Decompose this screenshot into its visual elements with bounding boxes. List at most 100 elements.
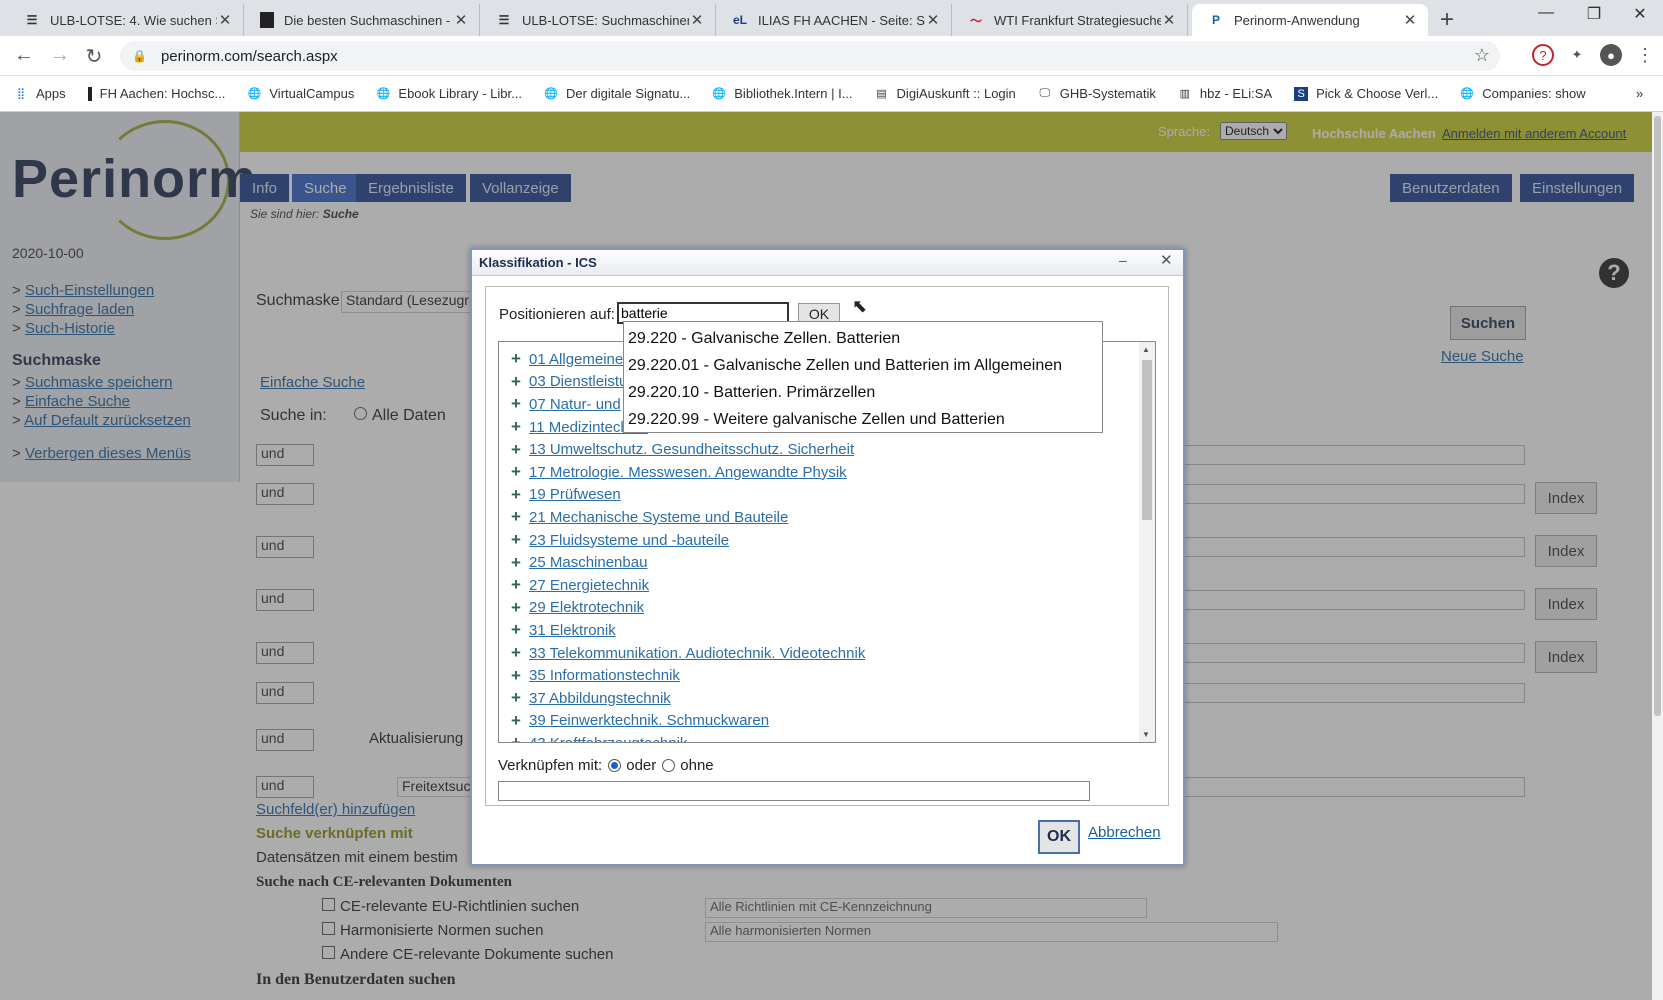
browser-tab[interactable]: ☰ ULB-LOTSE: 4. Wie suchen Sie ✕: [8, 4, 244, 36]
maximize-icon[interactable]: ❐: [1574, 4, 1614, 24]
expand-plus-icon[interactable]: +: [511, 575, 527, 595]
tree-item[interactable]: +35 Informationstechnik: [511, 664, 865, 687]
tree-item[interactable]: +37 Abbildungstechnik: [511, 687, 865, 710]
expand-plus-icon[interactable]: +: [511, 394, 527, 414]
expand-plus-icon[interactable]: +: [511, 711, 527, 731]
tree-item[interactable]: +25 Maschinenbau: [511, 551, 865, 574]
expand-plus-icon[interactable]: +: [511, 553, 527, 573]
expand-plus-icon[interactable]: +: [511, 417, 527, 437]
reload-icon[interactable]: ↻: [82, 44, 106, 69]
expand-plus-icon[interactable]: +: [511, 530, 527, 550]
tree-item[interactable]: +31 Elektronik: [511, 619, 865, 642]
minimize-icon[interactable]: –: [1119, 252, 1127, 268]
expand-plus-icon[interactable]: +: [511, 620, 527, 640]
tree-item[interactable]: +33 Telekommunikation. Audiotechnik. Vid…: [511, 642, 865, 665]
url-text: perinorm.com/search.aspx: [160, 47, 338, 65]
close-window-icon[interactable]: ✕: [1620, 4, 1660, 24]
ok-button[interactable]: OK: [1038, 820, 1080, 854]
forward-icon[interactable]: →: [48, 44, 72, 67]
expand-plus-icon[interactable]: +: [511, 733, 527, 742]
tree-scroll-thumb[interactable]: [1142, 360, 1152, 520]
new-tab-icon[interactable]: +: [1440, 6, 1454, 34]
back-icon[interactable]: ←: [12, 44, 36, 67]
expand-plus-icon[interactable]: +: [511, 598, 527, 618]
browser-tab[interactable]: eL ILIAS FH AACHEN - Seite: Su ✕: [716, 4, 952, 36]
extension-icon[interactable]: ?: [1532, 44, 1554, 66]
minimize-icon[interactable]: —: [1526, 4, 1566, 22]
tab-title: ILIAS FH AACHEN - Seite: Su: [758, 12, 925, 28]
scroll-up-icon[interactable]: ▲: [1142, 345, 1150, 354]
bookmark-star-icon[interactable]: ☆: [1474, 45, 1490, 66]
tree-item[interactable]: +43 Kraftfahrzeugtechnik: [511, 732, 865, 742]
expand-plus-icon[interactable]: +: [511, 462, 527, 482]
globe-icon: 🌐: [376, 88, 391, 100]
radio-ohne[interactable]: [662, 759, 676, 772]
close-tab-icon[interactable]: ✕: [689, 11, 705, 29]
link-with-input[interactable]: [498, 781, 1090, 801]
expand-plus-icon[interactable]: +: [511, 349, 527, 369]
suggestion-item[interactable]: 29.220.99 - Weitere galvanische Zellen u…: [624, 406, 1102, 433]
browser-tab[interactable]: 〜 WTI Frankfurt Strategiesuche ✕: [952, 4, 1188, 36]
puzzle-icon[interactable]: ✦: [1566, 44, 1588, 66]
close-tab-icon[interactable]: ✕: [925, 11, 941, 29]
expand-plus-icon[interactable]: +: [511, 643, 527, 663]
cancel-link[interactable]: Abbrechen: [1088, 824, 1161, 841]
bookmark[interactable]: 🌐 Ebook Library - Libr...: [376, 86, 522, 101]
bookmark[interactable]: 🌐 Bibliothek.Intern | I...: [712, 86, 852, 101]
browser-tab-active[interactable]: P Perinorm-Anwendung ✕: [1192, 4, 1428, 36]
more-bookmarks-icon[interactable]: »: [1636, 86, 1643, 101]
monitor-icon: 🖵: [1039, 87, 1051, 99]
close-tab-icon[interactable]: ✕: [453, 11, 469, 29]
tree-item[interactable]: +19 Prüfwesen: [511, 484, 865, 507]
ilias-icon: eL: [732, 13, 747, 27]
close-tab-icon[interactable]: ✕: [1161, 11, 1177, 29]
expand-plus-icon[interactable]: +: [511, 666, 527, 686]
page-scrollbar[interactable]: [1652, 112, 1663, 1000]
expand-plus-icon[interactable]: +: [511, 507, 527, 527]
close-icon[interactable]: ✕: [1160, 251, 1173, 269]
browser-tab[interactable]: Die besten Suchmaschinen - ✕: [244, 4, 480, 36]
bookmarks-bar: ⣿ Apps FH Aachen: Hochsc... 🌐 VirtualCampu…: [0, 76, 1663, 112]
tree-scrollbar[interactable]: ▲ ▼: [1139, 342, 1155, 742]
bookmark[interactable]: 🌐 Der digitale Signatu...: [544, 86, 690, 101]
autocomplete-dropdown: 29.220 - Galvanische Zellen. Batterien 2…: [623, 321, 1103, 433]
bookmark-apps[interactable]: ⣿ Apps: [14, 86, 66, 101]
position-label: Positionieren auf:: [499, 306, 615, 323]
bookmark[interactable]: ▥ hbz - ELi:SA: [1178, 86, 1272, 101]
address-bar: ← → ↻ 🔒 perinorm.com/search.aspx ☆ ? ✦ ●…: [0, 36, 1663, 76]
tree-item[interactable]: +17 Metrologie. Messwesen. Angewandte Ph…: [511, 461, 865, 484]
tree-item[interactable]: +23 Fluidsysteme und -bauteile: [511, 529, 865, 552]
bookmark[interactable]: 🌐 Companies: show: [1460, 86, 1585, 101]
wti-icon: 〜: [969, 13, 982, 28]
browser-tab[interactable]: ☰ ULB-LOTSE: Suchmaschinen ✕: [480, 4, 716, 36]
tree-item[interactable]: +21 Mechanische Systeme und Bauteile: [511, 506, 865, 529]
tree-item[interactable]: +39 Feinwerktechnik. Schmuckwaren: [511, 710, 865, 733]
list-icon: ☰: [498, 13, 510, 27]
globe-icon: 🌐: [544, 88, 558, 100]
scroll-down-icon[interactable]: ▼: [1142, 730, 1150, 739]
tab-title: ULB-LOTSE: Suchmaschinen: [522, 12, 689, 28]
expand-plus-icon[interactable]: +: [511, 440, 527, 460]
suggestion-item[interactable]: 29.220 - Galvanische Zellen. Batterien: [624, 326, 1102, 353]
expand-plus-icon[interactable]: +: [511, 485, 527, 505]
bookmark[interactable]: ▤ DigiAuskunft :: Login: [875, 86, 1015, 101]
expand-plus-icon[interactable]: +: [511, 688, 527, 708]
suggestion-item[interactable]: 29.220.10 - Batterien. Primärzellen: [624, 380, 1102, 407]
bookmark[interactable]: S Pick & Choose Verl...: [1294, 86, 1438, 101]
scrollbar-thumb[interactable]: [1654, 116, 1661, 716]
tree-item[interactable]: +29 Elektrotechnik: [511, 597, 865, 620]
suggestion-item[interactable]: 29.220.01 - Galvanische Zellen und Batte…: [624, 353, 1102, 380]
url-field[interactable]: 🔒 perinorm.com/search.aspx ☆: [120, 41, 1500, 71]
tree-item[interactable]: +27 Energietechnik: [511, 574, 865, 597]
bookmark[interactable]: FH Aachen: Hochsc...: [87, 86, 225, 101]
close-tab-icon[interactable]: ✕: [1402, 11, 1418, 29]
radio-oder[interactable]: [608, 759, 622, 772]
bookmark[interactable]: 🌐 VirtualCampus: [247, 86, 355, 101]
close-tab-icon[interactable]: ✕: [217, 11, 233, 29]
menu-icon[interactable]: ⋮: [1634, 44, 1656, 66]
tree-item[interactable]: +13 Umweltschutz. Gesundheitsschutz. Sic…: [511, 438, 865, 461]
fh-icon: [87, 86, 92, 101]
profile-icon[interactable]: ●: [1600, 44, 1622, 66]
bookmark[interactable]: 🖵 GHB-Systematik: [1038, 86, 1155, 101]
expand-plus-icon[interactable]: +: [511, 372, 527, 392]
